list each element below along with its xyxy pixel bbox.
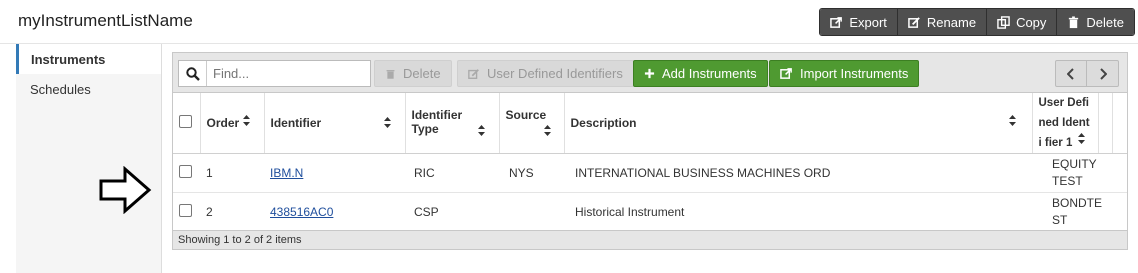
import-icon — [780, 68, 792, 79]
select-all-checkbox[interactable] — [179, 115, 192, 128]
identifier-link[interactable]: 438516AC0 — [270, 205, 333, 219]
pointer-arrow-icon — [99, 166, 152, 214]
column-spacer — [1112, 93, 1127, 154]
column-header-order[interactable]: Order — [200, 93, 265, 154]
delete-list-button[interactable]: Delete — [1057, 9, 1134, 35]
cell-udi1: BONDTEST — [1052, 196, 1103, 227]
left-nav: Instruments Schedules — [16, 44, 162, 273]
user-defined-identifiers-button[interactable]: User Defined Identifiers — [457, 60, 634, 87]
header: myInstrumentListName Export Rename Copy … — [0, 0, 1138, 44]
trash-icon — [1069, 15, 1079, 28]
export-icon — [830, 16, 843, 28]
cell-description: INTERNATIONAL BUSINESS MACHINES ORD — [564, 153, 1032, 193]
chevron-right-icon[interactable] — [1087, 61, 1118, 86]
column-header-label: Identifier Type — [411, 108, 463, 136]
list-title: myInstrumentListName — [18, 11, 193, 30]
column-header-label: Identifier — [270, 116, 322, 130]
paging-status: Showing 1 to 2 of 2 items — [178, 234, 302, 246]
trash-icon — [386, 69, 395, 79]
sort-icon — [477, 125, 485, 136]
grid-footer: Showing 1 to 2 of 2 items — [173, 230, 1127, 249]
page: myInstrumentListName Export Rename Copy … — [0, 0, 1138, 273]
cell-source: NYS — [499, 153, 564, 193]
cell-description: Historical Instrument — [564, 192, 1032, 232]
edit-icon — [908, 16, 920, 28]
search-box — [178, 60, 371, 87]
search-icon[interactable] — [179, 61, 207, 86]
select-all-cell — [173, 93, 201, 154]
sort-icon — [242, 115, 250, 126]
delete-list-label: Delete — [1086, 14, 1124, 30]
import-instruments-label: Import Instruments — [800, 66, 909, 81]
cell-identifier-type: CSP — [405, 192, 499, 232]
list-actions: Export Rename Copy Delete — [819, 8, 1135, 36]
column-header-label: Source — [505, 108, 547, 122]
cell-identifier-type: RIC — [405, 153, 499, 193]
column-header-label: User Defi ned Identi fier 1 — [1038, 97, 1090, 149]
add-instruments-label: Add Instruments — [662, 66, 757, 81]
table-row[interactable]: 2 438516AC0 CSP Historical Instrument BO… — [173, 192, 1127, 232]
chevron-left-icon[interactable] — [1056, 61, 1087, 86]
row-checkbox[interactable] — [179, 204, 192, 217]
delete-label: Delete — [403, 66, 441, 81]
column-header-identifier-type[interactable]: Identifier Type — [405, 93, 500, 154]
cell-order: 1 — [200, 153, 264, 193]
plus-icon — [644, 68, 655, 79]
rename-label: Rename — [926, 14, 977, 30]
column-header-label: Description — [570, 116, 637, 130]
nav-item-label: Schedules — [30, 82, 91, 97]
column-header-udi1[interactable]: User Defi ned Identi fier 1 — [1032, 93, 1099, 154]
sort-icon — [1077, 133, 1085, 144]
cell-order: 2 — [200, 192, 264, 232]
nav-item-instruments[interactable]: Instruments — [16, 44, 161, 74]
udi-label: User Defined Identifiers — [487, 66, 623, 81]
grid-toolbar: Delete User Defined Identifiers Add Inst… — [173, 53, 1127, 93]
identifier-link[interactable]: IBM.N — [270, 166, 303, 180]
nav-item-label: Instruments — [31, 52, 106, 67]
instrument-grid: Delete User Defined Identifiers Add Inst… — [172, 52, 1128, 250]
rename-button[interactable]: Rename — [897, 9, 988, 35]
column-header-label: Order — [206, 116, 240, 130]
cell-udi1: EQUITYTEST — [1052, 157, 1097, 188]
column-header-source[interactable]: Source — [499, 93, 565, 154]
cell-source — [499, 192, 564, 232]
export-button[interactable]: Export — [820, 9, 898, 35]
row-checkbox[interactable] — [179, 165, 192, 178]
copy-icon — [997, 15, 1010, 29]
export-label: Export — [849, 14, 887, 30]
copy-button[interactable]: Copy — [987, 9, 1058, 35]
nav-item-schedules[interactable]: Schedules — [16, 74, 161, 104]
table-header-row: Order Identifier Identifier Type Source — [173, 93, 1127, 154]
import-instruments-button[interactable]: Import Instruments — [769, 60, 920, 87]
copy-label: Copy — [1016, 14, 1047, 30]
column-spacer — [1098, 93, 1113, 154]
column-header-identifier[interactable]: Identifier — [264, 93, 406, 154]
sort-icon — [383, 117, 391, 128]
search-input[interactable] — [207, 61, 367, 86]
edit-icon — [468, 68, 479, 79]
sort-icon — [543, 125, 551, 136]
pager — [1055, 60, 1119, 87]
instrument-table: Order Identifier Identifier Type Source — [173, 93, 1127, 232]
sort-icon — [1008, 115, 1016, 126]
add-instruments-button[interactable]: Add Instruments — [633, 60, 768, 87]
table-row[interactable]: 1 IBM.N RIC NYS INTERNATIONAL BUSINESS M… — [173, 153, 1127, 193]
column-header-description[interactable]: Description — [564, 93, 1033, 154]
delete-button[interactable]: Delete — [374, 60, 452, 87]
